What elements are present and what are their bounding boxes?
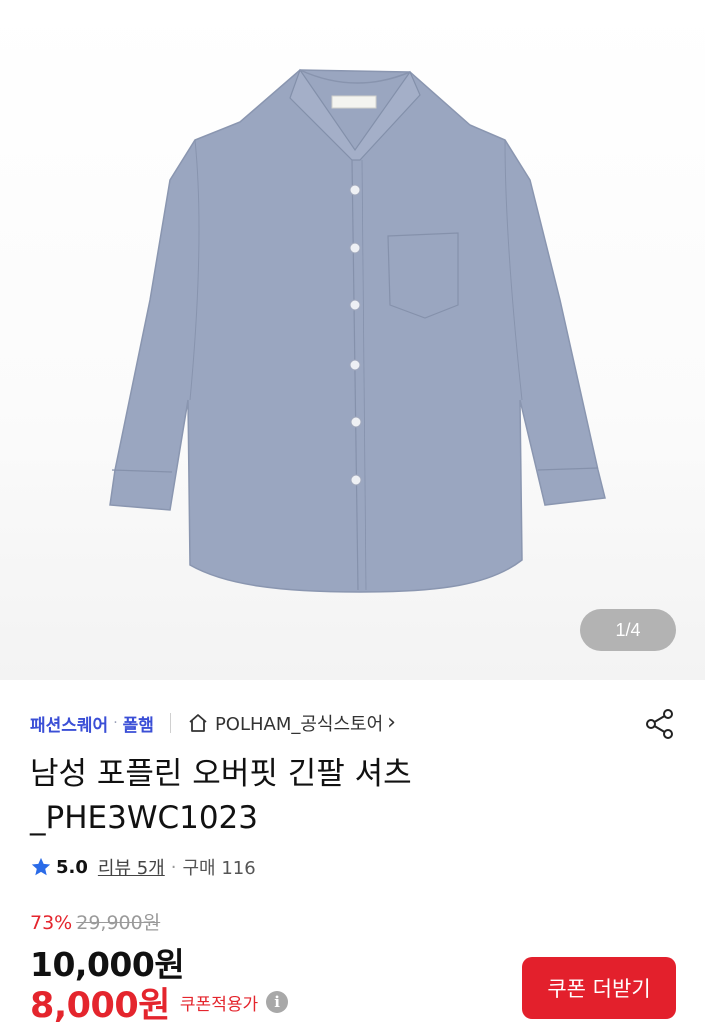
share-button[interactable]	[640, 704, 680, 744]
discount-row: 73% 29,900원	[30, 908, 160, 938]
chevron-right-icon: ›	[387, 710, 396, 735]
separator-dot: ·	[170, 856, 177, 878]
coupon-price-row: 8,000원 쿠폰적용가 i	[30, 980, 289, 1026]
info-icon[interactable]: i	[266, 991, 289, 1013]
divider	[169, 713, 171, 733]
get-coupon-button[interactable]: 쿠폰 더받기	[522, 957, 676, 1019]
purchase-count: 구매 116	[182, 858, 256, 879]
discount-rate: 73%	[30, 912, 73, 934]
product-title-line2: _PHE3WC1023	[30, 800, 259, 836]
image-pager: 1/4	[580, 609, 676, 651]
brand-tag[interactable]: 패션스퀘어	[30, 711, 108, 736]
product-title-line1: 남성 포플린 오버핏 긴팔 셔츠	[30, 756, 412, 792]
coupon-note: 쿠폰적용가	[179, 994, 259, 1015]
home-icon	[189, 714, 207, 732]
product-image-gallery[interactable]: 1/4	[0, 0, 705, 680]
review-count-link[interactable]: 리뷰 5개	[98, 854, 165, 880]
share-icon	[646, 709, 673, 739]
store-link[interactable]: POLHAM_공식스토어 ›	[187, 710, 396, 736]
original-price: 29,900원	[76, 912, 161, 934]
star-icon	[31, 857, 51, 876]
separator-dot: ·	[113, 715, 118, 731]
rating-score: 5.0	[56, 856, 88, 878]
brand-name[interactable]: 폴햄	[123, 711, 154, 736]
product-shirt-image[interactable]	[0, 0, 705, 680]
store-row: 패션스퀘어 · 폴햄 POLHAM_공식스토어 ›	[30, 706, 396, 740]
product-title: 남성 포플린 오버핏 긴팔 셔츠 _PHE3WC1023	[30, 752, 620, 840]
rating-row: 5.0 리뷰 5개 · 구매 116	[30, 852, 256, 882]
coupon-price: 8,000원	[30, 985, 170, 1026]
store-name: POLHAM_공식스토어	[214, 714, 384, 735]
